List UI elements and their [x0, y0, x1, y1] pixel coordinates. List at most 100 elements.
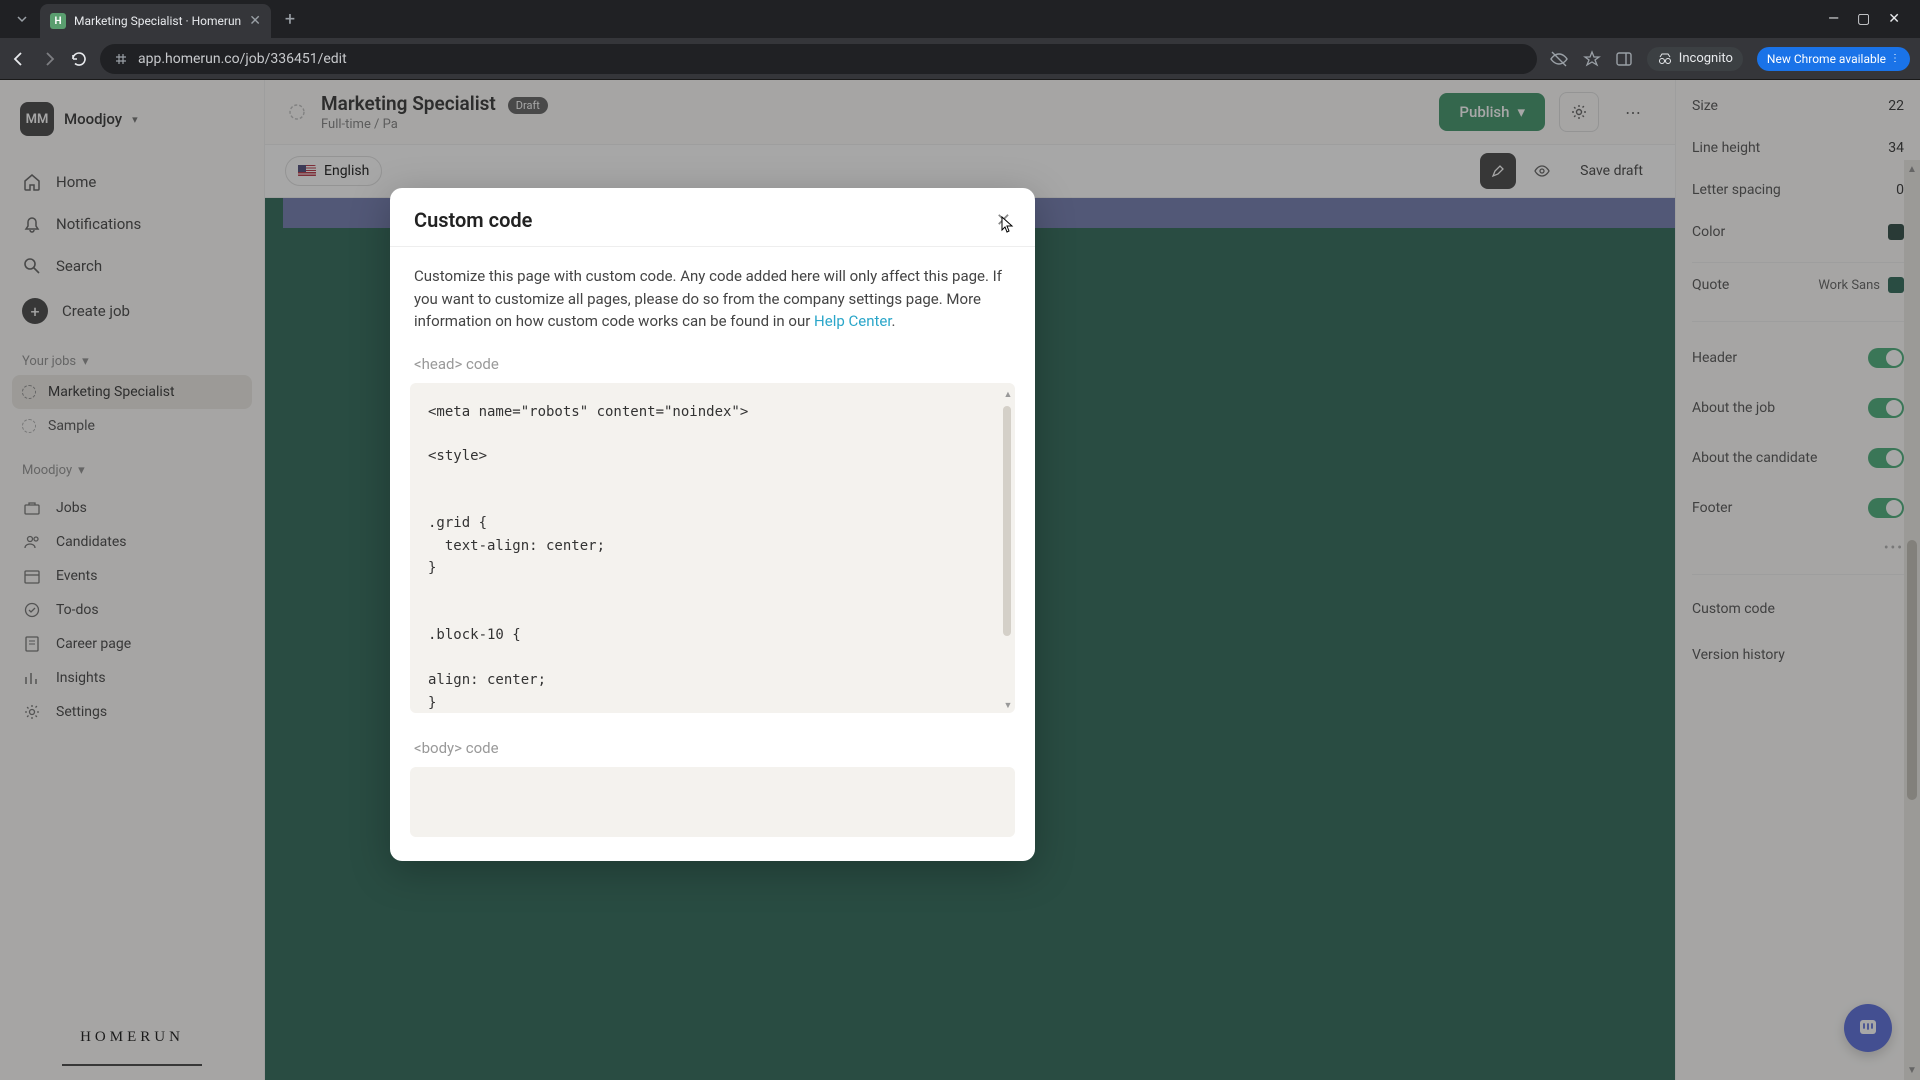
prop-line-height[interactable]: Line height 34 [1692, 130, 1904, 166]
incognito-label: Incognito [1679, 51, 1733, 66]
toggle-about-candidate[interactable]: About the candidate [1692, 436, 1904, 480]
nav-search[interactable]: Search [12, 246, 252, 286]
chevron-down-icon: ▾ [78, 463, 85, 478]
nav-create-job[interactable]: + Create job [12, 288, 252, 334]
nav-career-page[interactable]: Career page [12, 628, 252, 660]
tab-list-dropdown-icon[interactable] [16, 13, 28, 25]
chrome-update-button[interactable]: New Chrome available ⋮ [1757, 47, 1910, 71]
chevron-down-icon: ▾ [132, 113, 138, 126]
job-item-sample[interactable]: Sample [12, 409, 252, 443]
nav-notifications[interactable]: Notifications [12, 204, 252, 244]
sidebar: MM Moodjoy ▾ Home Notifications [0, 80, 265, 1080]
nav-insights[interactable]: Insights [12, 662, 252, 694]
more-options-icon[interactable]: ••• [1692, 536, 1904, 560]
tab-favicon-icon: H [50, 13, 66, 29]
forward-icon[interactable] [40, 50, 58, 68]
head-code-textarea[interactable] [410, 383, 1015, 713]
page-scrollbar[interactable]: ▲ ▼ [1904, 160, 1920, 1080]
scrollbar-thumb[interactable] [1907, 540, 1917, 800]
nav-jobs[interactable]: Jobs [12, 492, 252, 524]
chevron-down-icon: ▾ [1517, 103, 1525, 121]
publish-button[interactable]: Publish ▾ [1439, 93, 1545, 131]
users-icon [22, 533, 42, 551]
toggle-header[interactable]: Header [1692, 336, 1904, 380]
language-selector[interactable]: English [285, 156, 382, 186]
toggle-about-job[interactable]: About the job [1692, 386, 1904, 430]
scroll-up-icon[interactable]: ▲ [1003, 389, 1013, 400]
workspace-switcher[interactable]: MM Moodjoy ▾ [12, 94, 252, 144]
briefcase-icon [22, 499, 42, 517]
section-your-jobs[interactable]: Your jobs ▾ [12, 344, 252, 375]
scroll-up-icon[interactable]: ▲ [1905, 162, 1919, 177]
modal-close-button[interactable]: ✕ [996, 210, 1011, 231]
prop-size[interactable]: Size 22 [1692, 88, 1904, 124]
close-window-icon[interactable]: ✕ [1888, 11, 1900, 27]
new-tab-button[interactable]: + [275, 9, 305, 30]
page-icon [22, 635, 42, 653]
more-button[interactable]: ⋯ [1613, 92, 1653, 132]
nav-todos[interactable]: To-dos [12, 594, 252, 626]
color-swatch-icon[interactable] [1888, 277, 1904, 293]
scroll-down-icon[interactable]: ▼ [1905, 1063, 1919, 1078]
nav-home[interactable]: Home [12, 162, 252, 202]
status-badge: Draft [508, 97, 548, 114]
nav-settings[interactable]: Settings [12, 696, 252, 728]
panel-version-history[interactable]: Version history [1692, 635, 1904, 675]
modal-description: Customize this page with custom code. An… [390, 247, 1035, 333]
toggle-switch[interactable] [1868, 498, 1904, 518]
window-controls: — ▢ ✕ [1828, 11, 1912, 27]
textarea-scrollbar[interactable]: ▲ ▼ [1003, 389, 1013, 711]
save-draft-button[interactable]: Save draft [1568, 155, 1655, 187]
bell-icon [22, 214, 42, 234]
toggle-footer[interactable]: Footer [1692, 486, 1904, 530]
design-tool-button[interactable] [1480, 153, 1516, 189]
nav-events[interactable]: Events [12, 560, 252, 592]
chart-icon [22, 669, 42, 687]
head-code-label: <head> code [390, 333, 1035, 383]
prop-quote[interactable]: Quote Work Sans [1692, 262, 1904, 307]
maximize-icon[interactable]: ▢ [1857, 11, 1870, 27]
plus-circle-icon: + [22, 298, 48, 324]
custom-code-modal: Custom code ✕ Customize this page with c… [390, 188, 1035, 861]
scrollbar-thumb[interactable] [1003, 406, 1011, 636]
incognito-badge[interactable]: Incognito [1647, 47, 1743, 71]
toggle-switch[interactable] [1868, 448, 1904, 468]
intercom-chat-button[interactable] [1844, 1004, 1892, 1052]
prop-letter-spacing[interactable]: Letter spacing 0 [1692, 172, 1904, 208]
chevron-down-icon: ▾ [82, 354, 89, 369]
browser-tab-bar: H Marketing Specialist · Homerun ✕ + — ▢… [0, 0, 1920, 38]
search-icon [22, 256, 42, 276]
check-circle-icon [22, 601, 42, 619]
section-moodjoy[interactable]: Moodjoy ▾ [12, 453, 252, 484]
panel-custom-code[interactable]: Custom code [1692, 589, 1904, 629]
site-info-icon[interactable] [114, 52, 128, 66]
cursor-icon [1001, 216, 1015, 234]
workspace-name: Moodjoy [64, 110, 122, 128]
browser-tab-active[interactable]: H Marketing Specialist · Homerun ✕ [40, 4, 271, 38]
help-center-link[interactable]: Help Center [814, 312, 892, 330]
bookmark-star-icon[interactable] [1583, 50, 1601, 68]
side-panel-icon[interactable] [1615, 50, 1633, 68]
scroll-down-icon[interactable]: ▼ [1003, 700, 1013, 711]
minimize-icon[interactable]: — [1828, 11, 1839, 27]
reload-icon[interactable] [70, 50, 88, 68]
back-icon[interactable] [10, 50, 28, 68]
color-swatch-icon[interactable] [1888, 224, 1904, 240]
url-input[interactable]: app.homerun.co/job/336451/edit [100, 44, 1537, 74]
toggle-switch[interactable] [1868, 398, 1904, 418]
preview-button[interactable] [1524, 153, 1560, 189]
body-code-textarea[interactable] [410, 767, 1015, 837]
page-title: Marketing Specialist [321, 92, 496, 115]
tab-close-icon[interactable]: ✕ [249, 13, 261, 29]
nav-candidates[interactable]: Candidates [12, 526, 252, 558]
gear-icon [22, 703, 42, 721]
eye-off-icon[interactable] [1549, 49, 1569, 69]
prop-color[interactable]: Color [1692, 214, 1904, 250]
toggle-switch[interactable] [1868, 348, 1904, 368]
job-item-marketing-specialist[interactable]: Marketing Specialist [12, 375, 252, 409]
topbar: Marketing Specialist Draft Full-time / P… [265, 80, 1675, 145]
settings-button[interactable] [1559, 92, 1599, 132]
url-text: app.homerun.co/job/336451/edit [138, 51, 347, 67]
body-code-label: <body> code [390, 717, 1035, 767]
tab-title: Marketing Specialist · Homerun [74, 14, 241, 28]
